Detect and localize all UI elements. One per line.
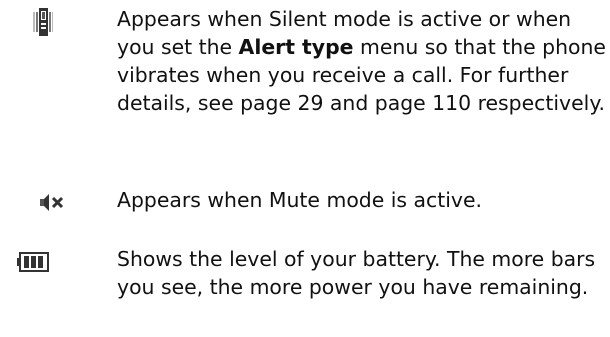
icon-description-silent: Appears when Silent mode is active or wh… (0, 0, 610, 135)
vibrate-icon (33, 8, 53, 38)
battery-description: Shows the level of your battery. The mor… (117, 247, 596, 299)
silent-description: Appears when Silent mode is active or wh… (117, 5, 607, 117)
icon-description-battery: Shows the level of your battery. The mor… (0, 240, 610, 337)
icon-description-mute: Appears when Mute mode is active. (0, 185, 610, 225)
mute-description: Appears when Mute mode is active. (117, 188, 482, 212)
mute-icon (40, 193, 70, 213)
battery-icon (17, 252, 49, 272)
alert-type-menu-name: Alert type (238, 35, 354, 59)
